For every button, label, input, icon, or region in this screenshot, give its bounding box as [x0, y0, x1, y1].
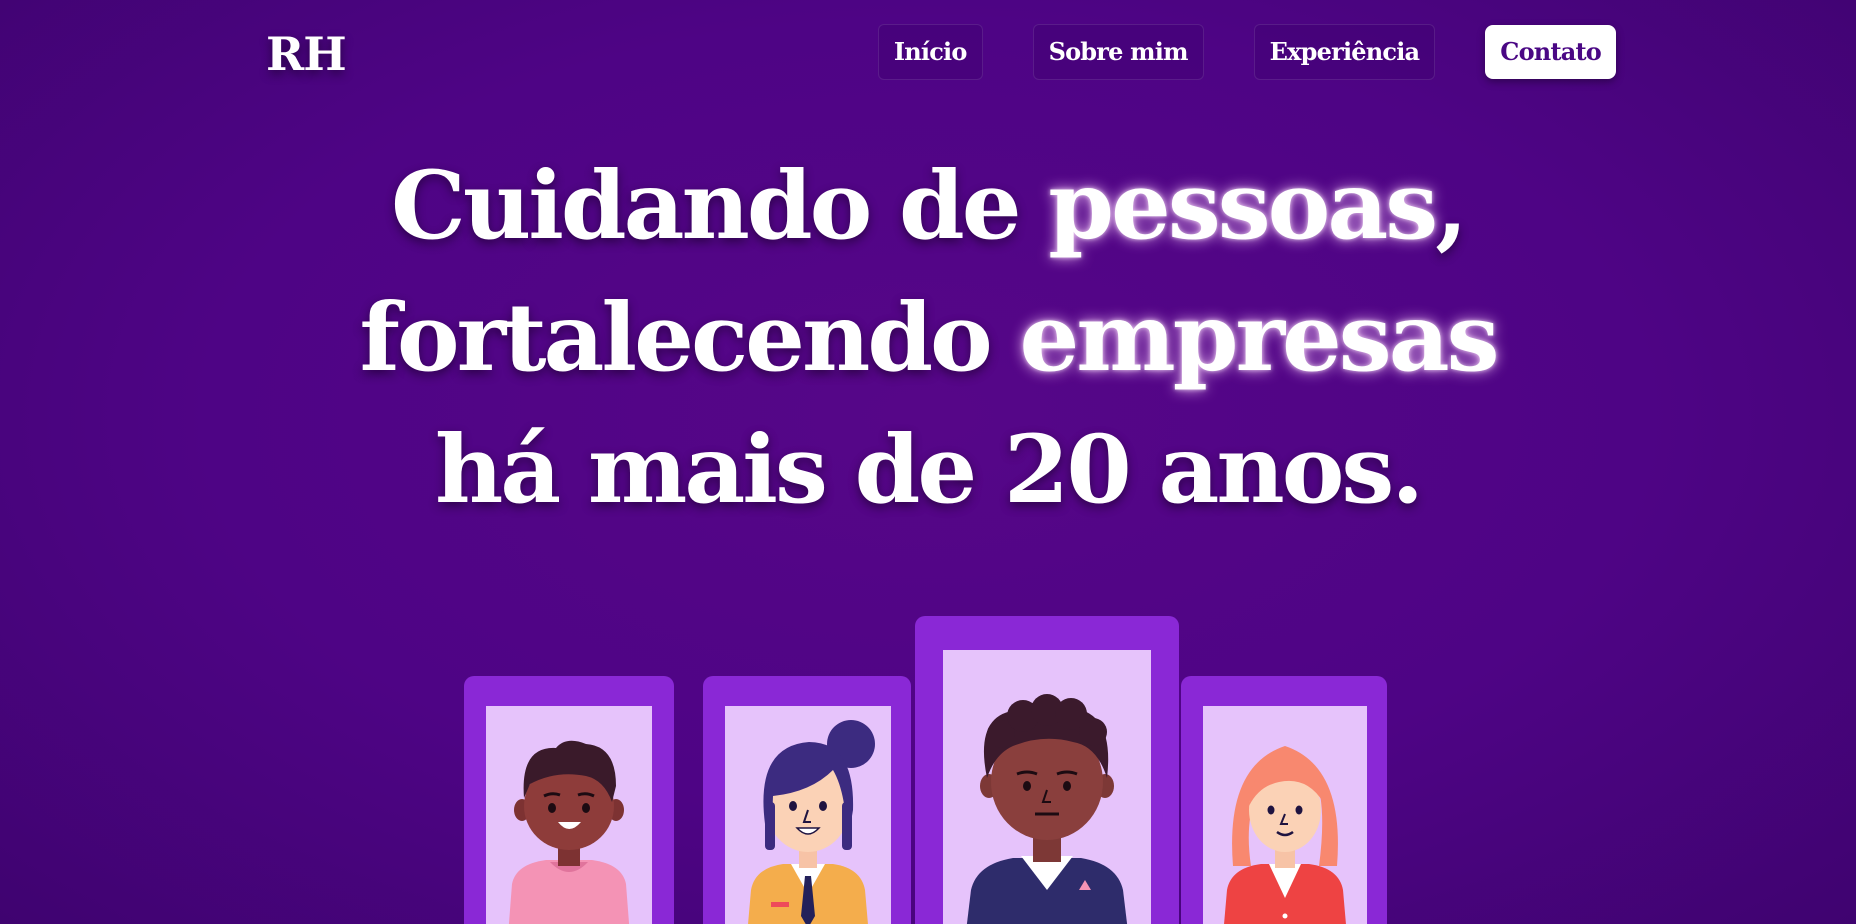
person-card-2 [703, 676, 911, 924]
woman-bun-illustration [748, 720, 875, 924]
hero-line-3: há mais de 20 anos. [434, 415, 1424, 525]
person-card-3 [915, 616, 1179, 924]
main-nav: Início Sobre mim Experiência Contato [877, 24, 1616, 80]
person-card-4-inner [1203, 706, 1367, 924]
woman-red-hair-illustration [1224, 746, 1346, 924]
hero-highlight-pessoas: pessoas [1048, 151, 1438, 261]
hero-line-2: fortalecendo empresas [0, 272, 1856, 404]
man-suit-illustration [966, 694, 1128, 924]
nav-contato-button[interactable]: Contato [1485, 25, 1616, 79]
person-card-4 [1181, 676, 1387, 924]
nav-inicio[interactable]: Início [877, 24, 983, 80]
hero-text: fortalecendo [359, 283, 1020, 393]
hero-headline: Cuidando de pessoas, fortalecendo empres… [0, 140, 1856, 536]
hero-text: Cuidando de [391, 151, 1049, 261]
nav-experiencia[interactable]: Experiência [1253, 24, 1436, 80]
person-card-2-inner [725, 706, 891, 924]
person-card-3-inner [943, 650, 1151, 924]
nav-sobre-mim[interactable]: Sobre mim [1032, 24, 1204, 80]
hero-highlight-empresas: empresas [1019, 283, 1499, 393]
man-pink-shirt-illustration [508, 740, 630, 924]
site-header: RH Início Sobre mim Experiência Contato [0, 0, 1856, 104]
logo[interactable]: RH [266, 26, 347, 82]
page: RH Início Sobre mim Experiência Contato … [0, 0, 1856, 924]
person-card-1-inner [486, 706, 652, 924]
person-card-1 [464, 676, 674, 924]
hero-text: , [1435, 151, 1468, 261]
hero-line-1: Cuidando de pessoas, [0, 140, 1856, 272]
